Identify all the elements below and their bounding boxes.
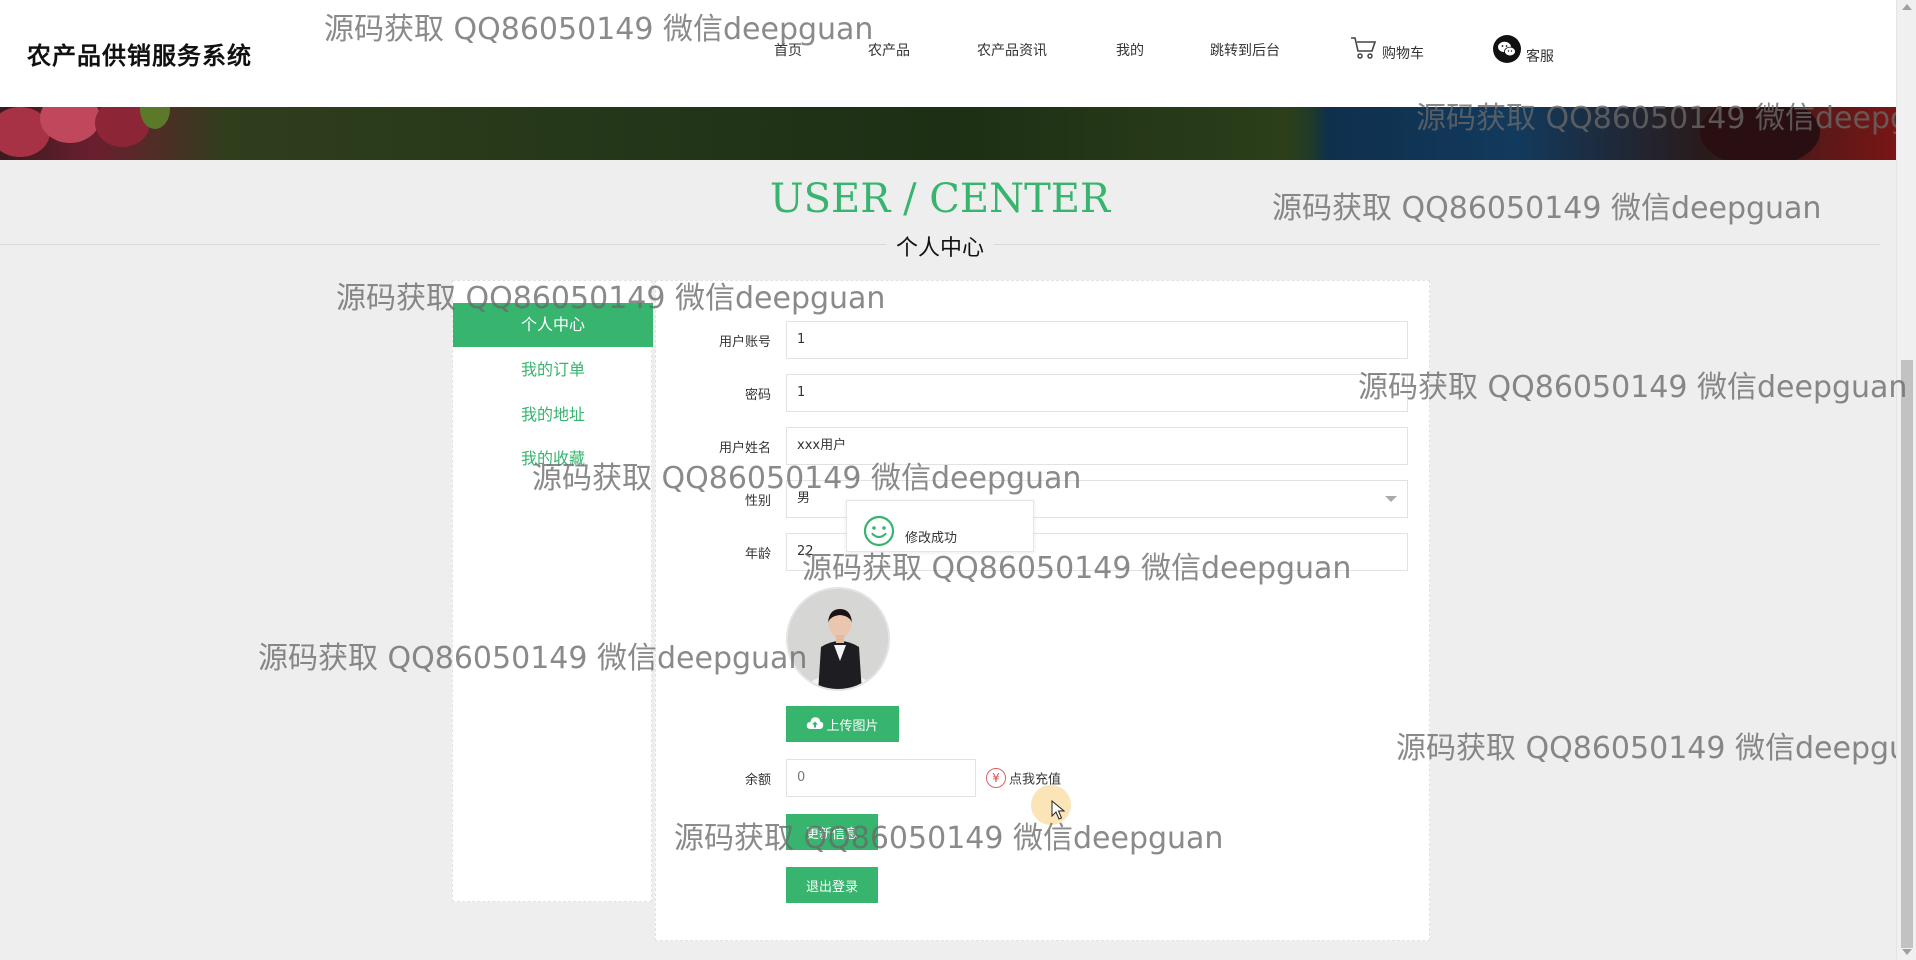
scroll-up-icon[interactable] <box>1902 4 1912 10</box>
banner-shadow <box>1700 107 1820 160</box>
hero-banner <box>0 107 1896 160</box>
section-title-cn-wrap: 个人中心 <box>0 230 1880 262</box>
page-scrollbar[interactable] <box>1896 0 1916 960</box>
scroll-thumb[interactable] <box>1901 360 1913 948</box>
avatar <box>786 587 890 691</box>
scroll-down-icon[interactable] <box>1902 949 1912 955</box>
password-field[interactable]: 1 <box>786 374 1408 412</box>
cart-icon <box>1350 36 1378 64</box>
site-brand[interactable]: 农产品供销服务系统 <box>27 36 252 71</box>
nav-service-label: 客服 <box>1526 49 1554 65</box>
watermark: 源码获取 QQ86050149 微信deepguan <box>1396 731 1896 766</box>
sidebar-item-profile[interactable]: 个人中心 <box>453 303 653 347</box>
age-label: 年龄 <box>744 547 771 562</box>
name-field[interactable]: xxx用户 <box>786 427 1408 465</box>
nav-backend[interactable]: 跳转到后台 <box>1210 40 1280 60</box>
gender-label: 性别 <box>744 494 771 509</box>
user-sidebar: 个人中心 我的订单 我的地址 我的收藏 <box>452 280 653 902</box>
logout-button[interactable]: 退出登录 <box>786 867 878 903</box>
balance-field[interactable]: 0 <box>786 759 976 797</box>
smile-icon <box>863 515 895 551</box>
mouse-pointer-icon <box>1051 799 1066 824</box>
nav-cart[interactable]: 购物车 <box>1350 36 1424 64</box>
name-label: 用户姓名 <box>718 441 771 456</box>
gender-value: 男 <box>797 491 811 506</box>
balance-label: 余额 <box>744 773 771 788</box>
nav-home[interactable]: 首页 <box>774 40 802 60</box>
password-label: 密码 <box>744 388 771 403</box>
success-toast: 修改成功 <box>846 500 1034 552</box>
section-title-cn: 个人中心 <box>885 230 994 262</box>
nav-news[interactable]: 农产品资讯 <box>977 40 1047 60</box>
upload-image-button[interactable]: 上传图片 <box>786 706 899 742</box>
yen-icon: ¥ <box>986 768 1006 788</box>
chevron-down-icon <box>1385 496 1397 502</box>
update-info-button[interactable]: 更新信息 <box>786 814 878 850</box>
wechat-icon <box>1492 34 1522 68</box>
nav-service[interactable]: 客服 <box>1492 34 1554 68</box>
account-label: 用户账号 <box>718 335 771 350</box>
watermark: 源码获取 QQ86050149 微信deepguan <box>1358 370 1908 405</box>
section-title-en: USER / CENTER <box>769 176 1111 222</box>
sidebar-item-favorites[interactable]: 我的收藏 <box>453 437 653 481</box>
sidebar-item-addresses[interactable]: 我的地址 <box>453 393 653 437</box>
nav-mine[interactable]: 我的 <box>1116 40 1144 60</box>
cloud-upload-icon <box>806 716 824 733</box>
account-field[interactable]: 1 <box>786 321 1408 359</box>
toast-message: 修改成功 <box>905 531 958 546</box>
nav-products[interactable]: 农产品 <box>868 40 910 60</box>
upload-image-label: 上传图片 <box>826 717 879 733</box>
top-header: 农产品供销服务系统 首页 农产品 农产品资讯 我的 跳转到后台 购物车 客服 <box>0 0 1896 107</box>
sidebar-item-orders[interactable]: 我的订单 <box>453 348 653 392</box>
nav-cart-label: 购物车 <box>1382 46 1424 62</box>
